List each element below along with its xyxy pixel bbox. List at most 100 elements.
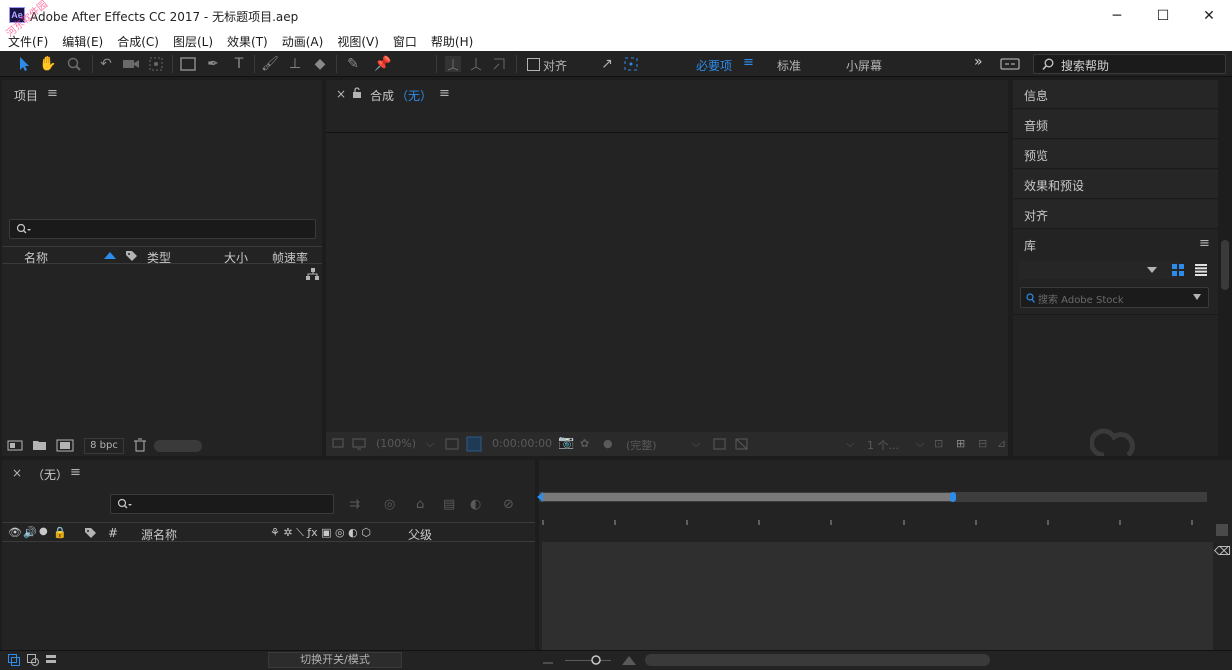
timeline-tab-name[interactable]: （无） xyxy=(32,466,68,483)
menu-window[interactable]: 窗口 xyxy=(393,33,417,50)
magnification-select[interactable]: (100%) xyxy=(376,437,416,450)
column-framerate[interactable]: 帧速率 xyxy=(272,249,308,266)
column-parent[interactable]: 父级 xyxy=(408,526,432,543)
menu-composition[interactable]: 合成(C) xyxy=(117,33,159,50)
camera-dropdown-icon[interactable]: ⌵ xyxy=(846,437,854,451)
transparency-grid-icon[interactable] xyxy=(466,436,482,452)
world-axis-icon[interactable] xyxy=(466,54,486,74)
column-name[interactable]: 名称 xyxy=(24,249,48,266)
bit-depth-button[interactable]: 8 bpc xyxy=(84,438,124,454)
label-tag-icon[interactable] xyxy=(84,527,97,539)
brush-tool-icon[interactable]: 🖌 xyxy=(260,54,280,74)
fast-preview-icon[interactable]: ⊞ xyxy=(956,437,965,450)
search-help-input[interactable]: 搜索帮助 xyxy=(1033,54,1226,74)
info-panel-tab[interactable]: 信息 xyxy=(1013,80,1218,109)
menu-edit[interactable]: 编辑(E) xyxy=(62,33,103,50)
close-button[interactable]: ✕ xyxy=(1186,0,1232,31)
audio-icon[interactable]: 🔊 xyxy=(23,526,37,539)
motion-blur-icon[interactable]: ◐ xyxy=(470,497,481,512)
chevron-down-icon[interactable] xyxy=(1193,294,1201,300)
work-area-end-handle[interactable] xyxy=(950,492,958,502)
composition-tab-name[interactable]: （无） xyxy=(396,87,432,104)
snap-options-icon[interactable]: ↗ xyxy=(597,54,617,74)
sync-settings-icon[interactable] xyxy=(1000,54,1020,74)
column-number[interactable]: # xyxy=(108,526,118,540)
composition-tab-label[interactable]: 合成 xyxy=(370,87,394,104)
transfer-controls-icon[interactable] xyxy=(27,654,39,666)
effects-presets-panel-tab[interactable]: 效果和预设 xyxy=(1013,170,1218,199)
trash-icon[interactable] xyxy=(134,438,146,452)
right-panel-scrollbar[interactable] xyxy=(1218,80,1232,456)
timeline-divider[interactable] xyxy=(535,460,539,650)
clone-stamp-tool-icon[interactable]: ⊥ xyxy=(285,54,305,74)
library-search-input[interactable]: 搜索 Adobe Stock xyxy=(1020,287,1209,308)
preview-monitor-icon[interactable] xyxy=(352,438,366,450)
snap-target-icon[interactable] xyxy=(621,54,641,74)
zoom-in-icon[interactable] xyxy=(622,655,636,665)
timeline-panel-menu-icon[interactable]: ≡ xyxy=(70,465,81,480)
menu-view[interactable]: 视图(V) xyxy=(337,33,379,50)
minimize-button[interactable]: ─ xyxy=(1094,0,1140,31)
resolution-select[interactable]: (完整) xyxy=(626,437,657,453)
timeline-close-icon[interactable]: × xyxy=(12,466,22,480)
always-preview-icon[interactable] xyxy=(332,438,344,450)
flowchart-icon[interactable] xyxy=(306,268,319,280)
comp-marker-bin-icon[interactable]: ⌫ xyxy=(1214,544,1231,558)
project-search-input[interactable] xyxy=(9,219,316,239)
rotate-tool-icon[interactable]: ↶ xyxy=(96,54,116,74)
column-source-name[interactable]: 源名称 xyxy=(141,526,177,543)
pen-tool-icon[interactable]: ✒ xyxy=(203,54,223,74)
solo-icon[interactable]: ● xyxy=(39,526,48,537)
work-area-bar[interactable] xyxy=(537,492,1207,502)
composition-panel-menu-icon[interactable]: ≡ xyxy=(439,86,450,101)
new-composition-icon[interactable] xyxy=(56,439,74,452)
hand-tool-icon[interactable]: ✋ xyxy=(38,54,58,74)
grid-view-icon[interactable] xyxy=(1172,264,1184,276)
menu-layer[interactable]: 图层(L) xyxy=(173,33,213,50)
library-select[interactable] xyxy=(1019,261,1179,279)
menu-animation[interactable]: 动画(A) xyxy=(282,33,324,50)
views-dropdown-icon[interactable]: ⌵ xyxy=(916,437,924,451)
flowchart-link-icon[interactable]: ⊿ xyxy=(997,437,1006,450)
workspace-essentials[interactable]: 必要项 xyxy=(696,57,732,74)
in-out-panel-icon[interactable] xyxy=(45,654,57,666)
zoom-tool-icon[interactable] xyxy=(64,54,84,74)
sort-ascending-icon[interactable] xyxy=(104,252,116,259)
label-tag-icon[interactable] xyxy=(125,250,138,262)
view-axis-icon[interactable] xyxy=(489,54,509,74)
menu-help[interactable]: 帮助(H) xyxy=(431,33,473,50)
views-layout-select[interactable]: 1 个... xyxy=(867,437,899,453)
preview-panel-tab[interactable]: 预览 xyxy=(1013,140,1218,169)
fit-icon[interactable] xyxy=(445,438,459,450)
new-folder-icon[interactable] xyxy=(32,439,47,451)
composition-mini-flowchart-icon[interactable]: ⇉ xyxy=(349,497,360,512)
lock-icon[interactable] xyxy=(352,87,362,99)
zoom-slider-track[interactable] xyxy=(565,660,611,661)
more-workspaces-icon[interactable]: » xyxy=(974,54,983,70)
region-of-interest-icon[interactable] xyxy=(713,438,726,450)
eye-icon[interactable]: 👁 xyxy=(8,526,22,539)
current-time[interactable]: 0:00:00:00 xyxy=(492,437,552,450)
pan-behind-tool-icon[interactable] xyxy=(146,54,166,74)
column-size[interactable]: 大小 xyxy=(224,249,248,266)
time-ruler[interactable] xyxy=(539,506,1207,536)
snapshot-icon[interactable]: 📷 xyxy=(558,435,574,450)
composition-viewer[interactable] xyxy=(326,132,1008,432)
list-view-icon[interactable] xyxy=(1195,264,1207,276)
workspace-menu-icon[interactable]: ≡ xyxy=(743,55,754,70)
rectangle-tool-icon[interactable] xyxy=(178,54,198,74)
frame-blending-icon[interactable]: ▤ xyxy=(443,497,455,512)
timeline-horizontal-scrollbar[interactable] xyxy=(645,654,990,666)
resolution-dropdown-icon[interactable]: ⌵ xyxy=(692,437,700,451)
zoom-slider-handle[interactable] xyxy=(590,654,602,666)
workspace-standard[interactable]: 标准 xyxy=(777,57,801,74)
puppet-pin-tool-icon[interactable]: 📌 xyxy=(373,54,393,74)
switches-icons[interactable]: ⚘ ✲ ⟍ ƒx ▣ ◎ ◐ ⬡ xyxy=(270,526,371,540)
timeline-search-input[interactable] xyxy=(110,494,334,514)
toggle-switches-modes-button[interactable]: 切换开关/模式 xyxy=(268,652,402,668)
workspace-small-screen[interactable]: 小屏幕 xyxy=(846,57,882,74)
pixel-aspect-icon[interactable]: ⊡ xyxy=(934,437,943,450)
project-scrollbar[interactable] xyxy=(154,440,202,452)
project-panel-menu-icon[interactable]: ≡ xyxy=(47,86,58,101)
show-channel-icon[interactable]: ✿ xyxy=(580,437,589,450)
